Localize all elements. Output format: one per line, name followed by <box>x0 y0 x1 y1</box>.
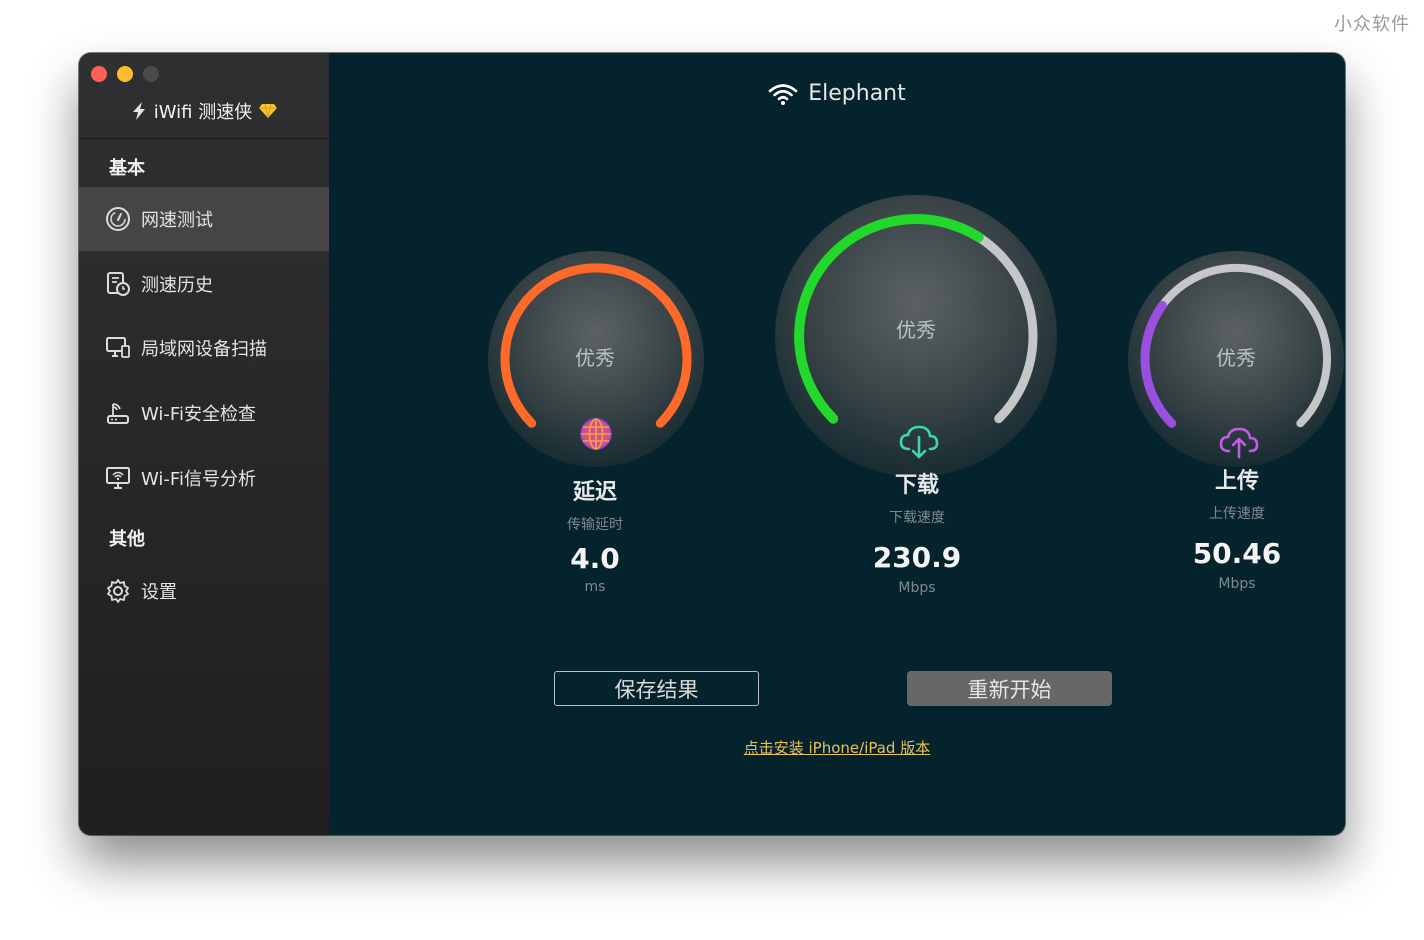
minimize-window-button[interactable] <box>117 66 133 82</box>
sidebar-item-lan-scan[interactable]: 局域网设备扫描 <box>79 316 329 380</box>
app-title: iWifi 测速侠 <box>153 102 253 123</box>
watermark: 小众软件 <box>1334 14 1410 35</box>
speedometer-icon <box>106 207 130 231</box>
download-metric: 下载 下载速度 230.9 Mbps <box>817 467 1017 596</box>
restart-button[interactable]: 重新开始 <box>907 671 1112 706</box>
sidebar-item-security-check[interactable]: Wi-Fi安全检查 <box>79 381 329 445</box>
save-result-button[interactable]: 保存结果 <box>554 671 759 706</box>
sidebar-item-signal-analysis[interactable]: Wi-Fi信号分析 <box>79 446 329 510</box>
latency-metric: 延迟 传输延时 4.0 ms <box>495 474 695 595</box>
latency-unit: ms <box>584 579 606 595</box>
sidebar-item-label: Wi-Fi安全检查 <box>141 404 256 425</box>
sidebar-item-label: Wi-Fi信号分析 <box>141 469 256 490</box>
install-ios-link[interactable]: 点击安装 iPhone/iPad 版本 <box>329 737 1345 758</box>
upload-subtitle: 上传速度 <box>1209 506 1265 522</box>
router-icon <box>107 403 129 424</box>
upload-unit: Mbps <box>1218 576 1256 592</box>
diamond-icon <box>259 103 278 119</box>
latency-title: 延迟 <box>572 480 617 505</box>
zoom-window-button[interactable] <box>143 66 159 82</box>
signal-monitor-icon <box>106 467 130 489</box>
gear-icon <box>107 579 129 603</box>
download-rating: 优秀 <box>896 318 936 342</box>
section-other: 其他 <box>109 529 145 550</box>
close-window-button[interactable] <box>91 66 107 82</box>
sidebar-item-settings[interactable]: 设置 <box>79 559 329 623</box>
history-icon <box>107 272 130 296</box>
globe-icon <box>580 418 612 450</box>
sidebar-divider <box>79 138 329 139</box>
upload-metric: 上传 上传速度 50.46 Mbps <box>1137 463 1337 592</box>
section-basic: 基本 <box>109 158 145 179</box>
latency-subtitle: 传输延时 <box>567 517 623 533</box>
upload-value: 50.46 <box>1192 537 1282 570</box>
latency-rating: 优秀 <box>575 346 615 370</box>
app-window: iWifi 测速侠 基本 网速测试 测速历史 局域网设备扫描 Wi-Fi安全检查… <box>79 53 1345 835</box>
download-value: 230.9 <box>872 541 962 574</box>
sidebar-item-label: 局域网设备扫描 <box>141 339 267 360</box>
download-subtitle: 下载速度 <box>889 510 945 526</box>
sidebar-item-label: 网速测试 <box>141 210 213 231</box>
window-controls <box>91 66 159 82</box>
download-title: 下载 <box>894 473 939 498</box>
app-brand: iWifi 测速侠 <box>79 98 329 124</box>
sidebar-item-history[interactable]: 测速历史 <box>79 252 329 316</box>
sidebar-item-speed-test[interactable]: 网速测试 <box>79 187 329 251</box>
latency-value: 4.0 <box>570 542 620 575</box>
upload-rating: 优秀 <box>1216 346 1256 370</box>
sidebar: iWifi 测速侠 基本 网速测试 测速历史 局域网设备扫描 Wi-Fi安全检查… <box>79 53 329 835</box>
upload-title: 上传 <box>1214 469 1259 494</box>
sidebar-item-label: 测速历史 <box>141 275 213 296</box>
bolt-icon <box>132 102 145 120</box>
main-panel: Elephant 优秀 优秀 优秀 延迟 传输延时 4.0 ms 下载 下载速度… <box>329 53 1345 835</box>
devices-icon <box>106 337 130 358</box>
sidebar-item-label: 设置 <box>141 582 177 603</box>
download-unit: Mbps <box>898 580 936 596</box>
